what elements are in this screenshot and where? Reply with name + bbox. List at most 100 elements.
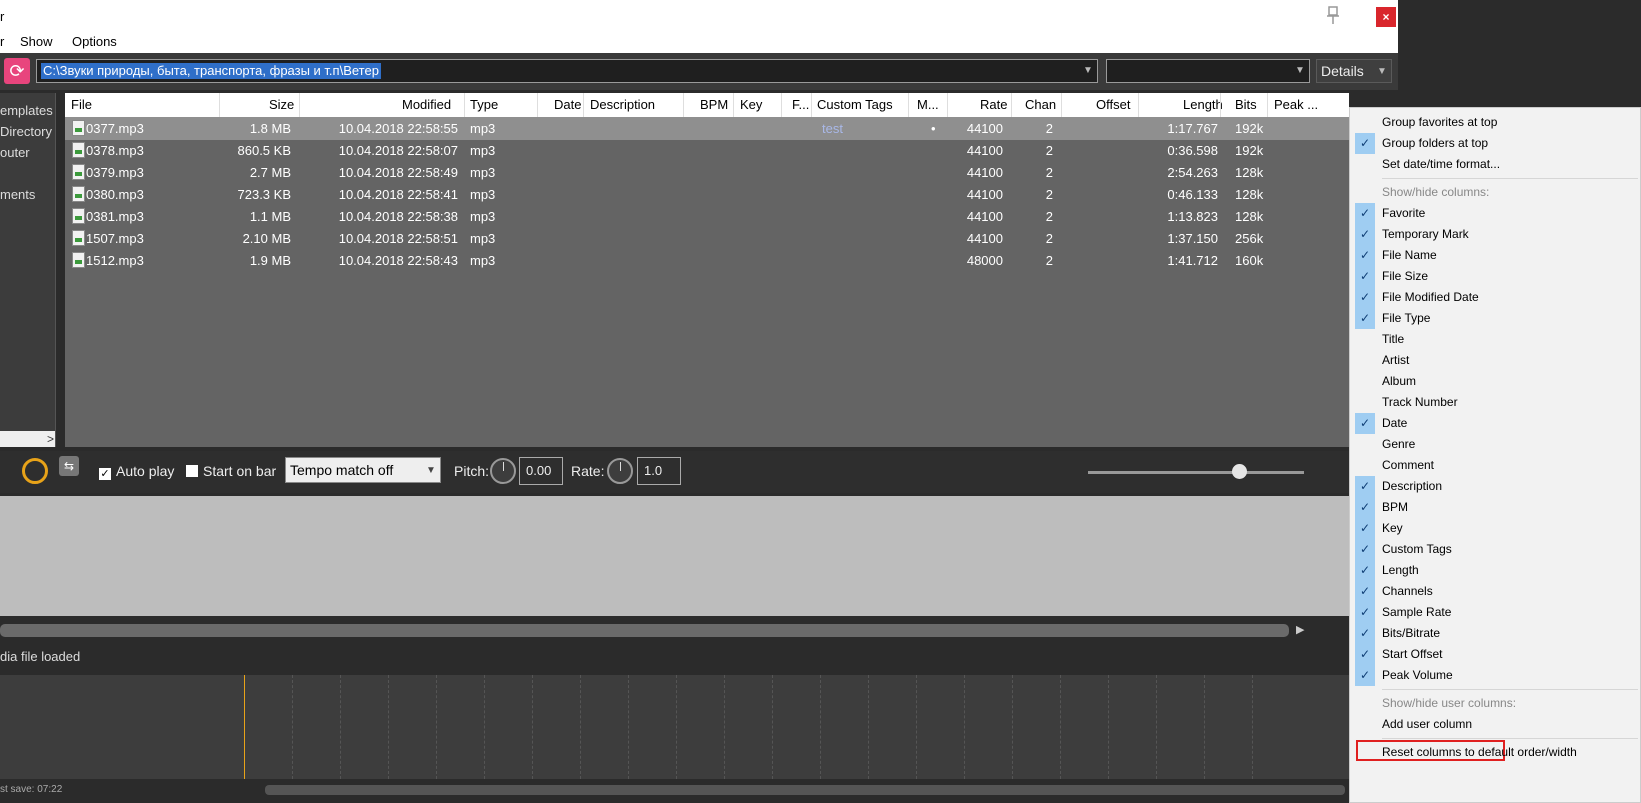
table-row[interactable]: 1507.mp3 2.10 MB 10.04.2018 22:58:51 mp3 441… — [65, 227, 1349, 250]
menu-item-description[interactable]: ✓ Description — [1350, 476, 1640, 497]
tree-item[interactable]: ments — [0, 187, 35, 202]
auto-play-checkbox[interactable]: ✓ Auto play — [99, 463, 174, 480]
menu-item-show[interactable]: Show — [20, 34, 53, 49]
tree-item[interactable]: emplates — [0, 103, 53, 118]
table-row[interactable]: 0380.mp3 723.3 KB 10.04.2018 22:58:41 mp3 44… — [65, 183, 1349, 206]
table-row[interactable]: 1512.mp3 1.9 MB 10.04.2018 22:58:43 mp3 4800… — [65, 249, 1349, 272]
path-input[interactable]: C:\Звуки природы, быта, транспорта, фраз… — [36, 59, 1098, 83]
pin-icon[interactable] — [1325, 6, 1341, 26]
pitch-value[interactable]: 0.00 — [519, 457, 563, 485]
menu-item-group-folders-at-top[interactable]: ✓ Group folders at top — [1350, 133, 1640, 154]
column-header-favorite[interactable]: F... — [792, 97, 809, 112]
cell-file: 1507.mp3 — [86, 231, 144, 246]
play-icon[interactable]: ▶ — [1296, 623, 1304, 636]
checkmark-icon: ✓ — [1355, 560, 1375, 581]
table-row[interactable]: 0378.mp3 860.5 KB 10.04.2018 22:58:07 mp3 44… — [65, 139, 1349, 162]
menu-item-view[interactable]: r — [0, 34, 4, 49]
menu-item-start-offset[interactable]: ✓ Start Offset — [1350, 644, 1640, 665]
column-header-rate[interactable]: Rate — [980, 97, 1007, 112]
rate-knob[interactable] — [607, 458, 633, 484]
column-header-type[interactable]: Type — [470, 97, 498, 112]
start-on-bar-checkbox[interactable]: Start on bar — [186, 463, 276, 479]
menu-item-artist[interactable]: Artist — [1350, 350, 1640, 371]
menu-item-title[interactable]: Title — [1350, 329, 1640, 350]
timeline-gridline — [292, 675, 293, 779]
column-header-bits[interactable]: Bits — [1235, 97, 1257, 112]
menu-item-peak-volume[interactable]: ✓ Peak Volume — [1350, 665, 1640, 686]
timeline-scrollbar[interactable] — [265, 785, 1345, 795]
column-header-mark[interactable]: M... — [917, 97, 939, 112]
menu-item-file-modified-date[interactable]: ✓ File Modified Date — [1350, 287, 1640, 308]
chevron-right-icon[interactable]: > — [47, 431, 54, 447]
rate-value[interactable]: 1.0 — [637, 457, 681, 485]
menu-item-temporary-mark[interactable]: ✓ Temporary Mark — [1350, 224, 1640, 245]
menu-item-file-type[interactable]: ✓ File Type — [1350, 308, 1640, 329]
column-header-date[interactable]: Date — [554, 97, 581, 112]
close-button[interactable]: × — [1376, 7, 1396, 27]
cell-type: mp3 — [470, 143, 496, 158]
tempo-match-select[interactable]: Tempo match off ▼ — [285, 457, 441, 483]
pitch-knob[interactable] — [490, 458, 516, 484]
column-header-channels[interactable]: Chan — [1025, 97, 1056, 112]
preview-scrollbar[interactable] — [0, 624, 1289, 637]
checkmark-icon: ✓ — [1355, 665, 1375, 686]
menu-item-reset-columns-to-default-order-width[interactable]: Reset columns to default order/width — [1350, 742, 1640, 763]
menu-item-file-size[interactable]: ✓ File Size — [1350, 266, 1640, 287]
tree-item[interactable]: outer — [0, 145, 30, 160]
chevron-down-icon[interactable]: ▼ — [1291, 60, 1309, 82]
cell-modified: 10.04.2018 22:58:38 — [338, 209, 458, 224]
column-header-size[interactable]: Size — [269, 97, 294, 112]
menu-item-custom-tags[interactable]: ✓ Custom Tags — [1350, 539, 1640, 560]
menu-item-genre[interactable]: Genre — [1350, 434, 1640, 455]
volume-slider[interactable] — [1088, 471, 1304, 474]
loop-icon[interactable] — [22, 458, 48, 484]
column-header-description[interactable]: Description — [590, 97, 655, 112]
column-header-offset[interactable]: Offset — [1096, 97, 1130, 112]
menu-item-length[interactable]: ✓ Length — [1350, 560, 1640, 581]
table-row[interactable]: 0381.mp3 1.1 MB 10.04.2018 22:58:38 mp3 4410… — [65, 205, 1349, 228]
menu-item-bpm[interactable]: ✓ BPM — [1350, 497, 1640, 518]
volume-slider-thumb[interactable] — [1232, 464, 1247, 479]
menu-item-label: File Modified Date — [1382, 290, 1479, 304]
menu-item-date[interactable]: ✓ Date — [1350, 413, 1640, 434]
menu-item-comment[interactable]: Comment — [1350, 455, 1640, 476]
rate-label: Rate: — [571, 463, 605, 479]
menu-item-channels[interactable]: ✓ Channels — [1350, 581, 1640, 602]
settings-icon[interactable]: ⇆ — [59, 456, 79, 476]
cell-channels: 2 — [1045, 165, 1053, 180]
column-header-modified[interactable]: Modified — [402, 97, 451, 112]
menu-item-file-name[interactable]: ✓ File Name — [1350, 245, 1640, 266]
cell-type: mp3 — [470, 187, 496, 202]
menu-item-set-date-time-format[interactable]: Set date/time format... — [1350, 154, 1640, 175]
table-row[interactable]: 0377.mp3 1.8 MB 10.04.2018 22:58:55 mp3 test… — [65, 117, 1349, 140]
menu-item-key[interactable]: ✓ Key — [1350, 518, 1640, 539]
menu-item-favorite[interactable]: ✓ Favorite — [1350, 203, 1640, 224]
menu-item-track-number[interactable]: Track Number — [1350, 392, 1640, 413]
menu-item-album[interactable]: Album — [1350, 371, 1640, 392]
column-header-custom-tags[interactable]: Custom Tags — [817, 97, 893, 112]
column-header-file[interactable]: File — [71, 97, 92, 112]
menu-item-options[interactable]: Options — [72, 34, 117, 49]
cell-bits: 256k — [1235, 231, 1264, 246]
playhead[interactable] — [244, 675, 245, 779]
tree-item[interactable]: Directory — [0, 124, 52, 139]
refresh-icon[interactable]: ⟳ — [4, 58, 30, 84]
column-header-key[interactable]: Key — [740, 97, 762, 112]
filter-input[interactable]: ▼ — [1106, 59, 1310, 83]
timeline[interactable] — [0, 675, 1349, 779]
column-header-length[interactable]: Length — [1183, 97, 1223, 112]
menu-item-sample-rate[interactable]: ✓ Sample Rate — [1350, 602, 1640, 623]
menu-item-add-user-column[interactable]: Add user column — [1350, 714, 1640, 735]
checkmark-icon: ✓ — [1355, 266, 1375, 287]
cell-channels: 2 — [1045, 187, 1053, 202]
menu-item-bits-bitrate[interactable]: ✓ Bits/Bitrate — [1350, 623, 1640, 644]
column-header-peak[interactable]: Peak ... — [1274, 97, 1318, 112]
chevron-down-icon[interactable]: ▼ — [1079, 60, 1097, 82]
cell-rate: 44100 — [966, 187, 1003, 202]
view-mode-select[interactable]: Details ▼ — [1316, 59, 1392, 83]
column-header-bpm[interactable]: BPM — [700, 97, 728, 112]
tree-scrollbar[interactable]: > — [0, 431, 55, 447]
table-row[interactable]: 0379.mp3 2.7 MB 10.04.2018 22:58:49 mp3 4410… — [65, 161, 1349, 184]
menu-item-group-favorites-at-top[interactable]: Group favorites at top — [1350, 112, 1640, 133]
waveform-preview[interactable] — [0, 496, 1349, 616]
